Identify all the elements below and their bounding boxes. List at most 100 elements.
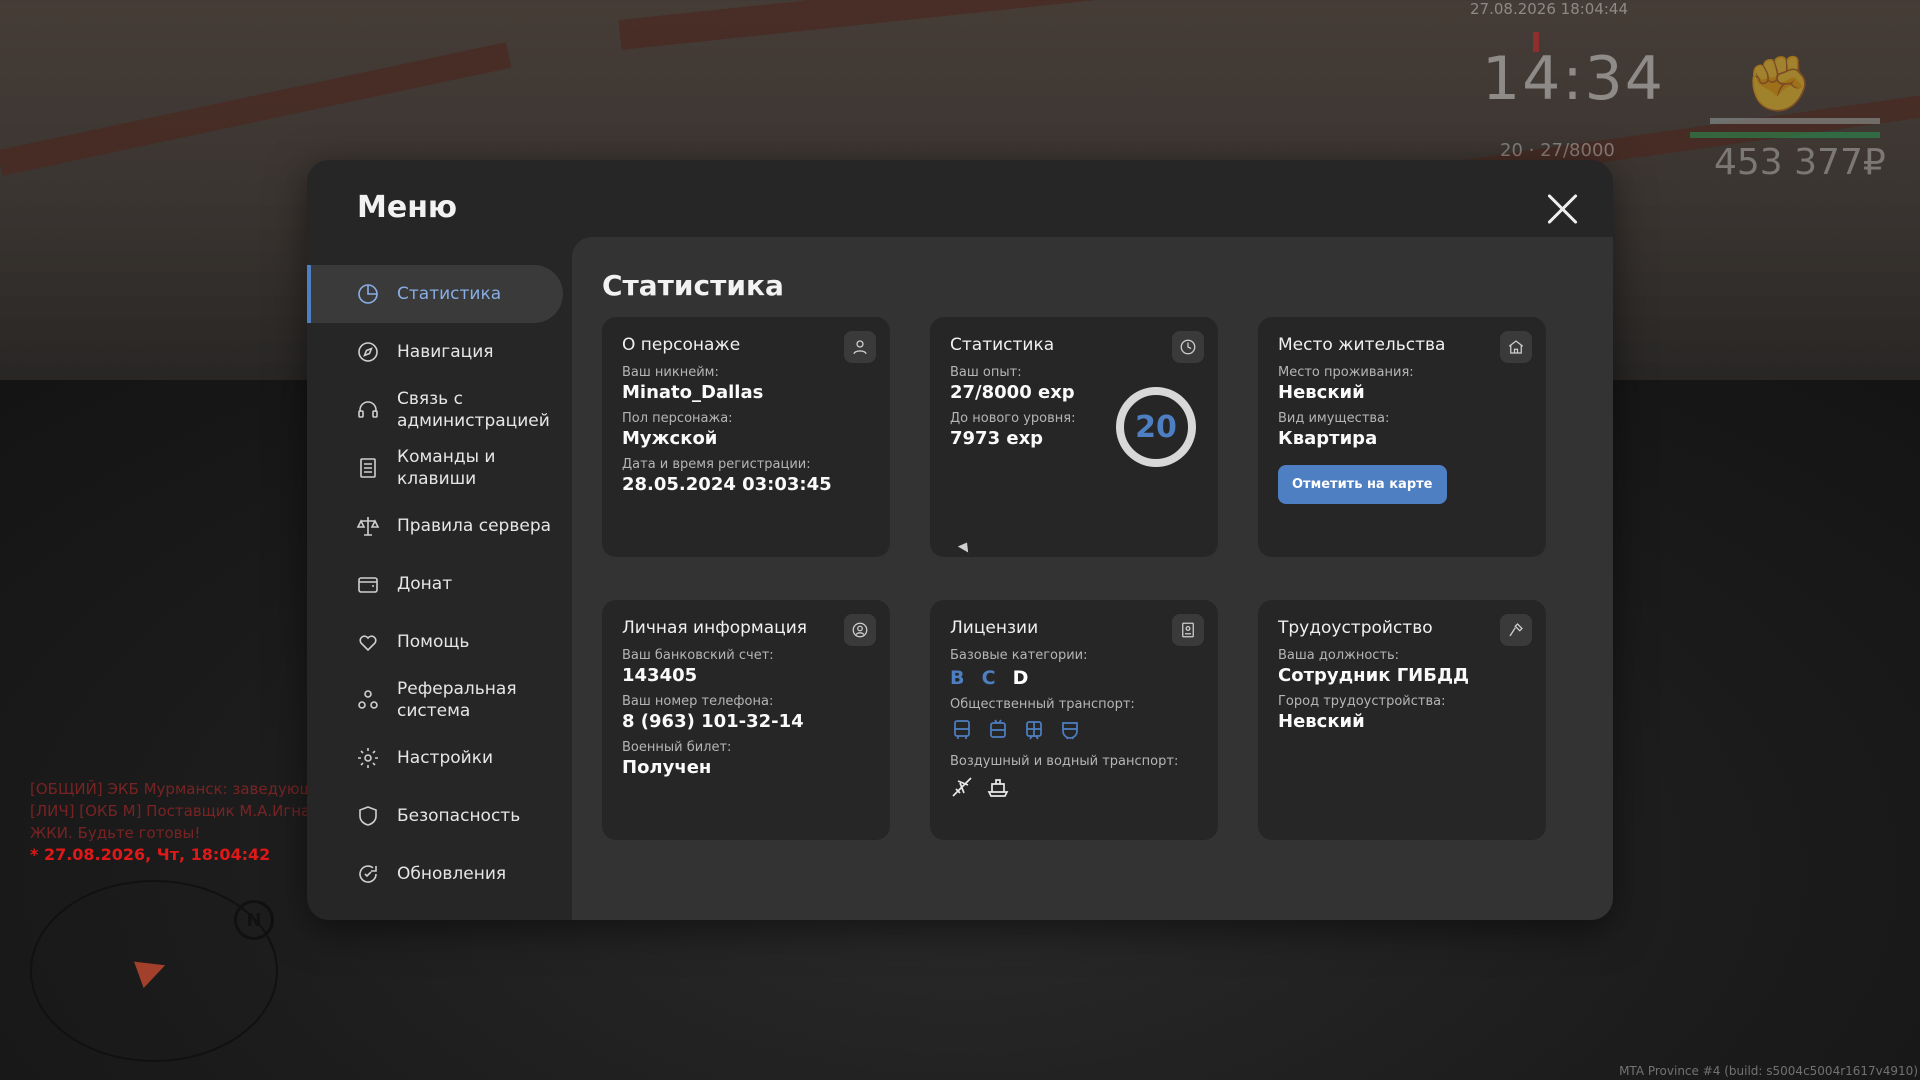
roof-beam [0, 42, 512, 176]
bank-value: 143405 [622, 665, 698, 686]
city-label: Город трудоустройства: [1278, 694, 1446, 709]
card-licenses: Лицензии Базовые категории: B C D Общест… [930, 600, 1218, 840]
sidebar-item-label: Помощь [397, 632, 470, 652]
card-title: Трудоустройство [1278, 618, 1433, 638]
bus-icon [950, 718, 974, 746]
metro-icon [1058, 718, 1082, 746]
mark-on-map-button[interactable]: Отметить на карте [1278, 465, 1447, 504]
sidebar-item-settings[interactable]: Настройки [307, 729, 563, 787]
sidebar-item-rules[interactable]: Правила сервера [307, 497, 563, 555]
base-categories-label: Базовые категории: [950, 648, 1088, 663]
public-transport-label: Общественный транспорт: [950, 697, 1135, 712]
city-value: Невский [1278, 711, 1365, 732]
card-employment: Трудоустройство Ваша должность: Сотрудни… [1258, 600, 1546, 840]
sidebar-item-donate[interactable]: Донат [307, 555, 563, 613]
license-categories: B C D [950, 667, 1198, 689]
card-title: Лицензии [950, 618, 1039, 638]
sidebar-item-statistics[interactable]: Статистика [307, 265, 563, 323]
card-character: О персонаже Ваш никнейм: Minato_Dallas П… [602, 317, 890, 557]
sidebar-item-label: Донат [397, 574, 453, 594]
sidebar-item-navigation[interactable]: Навигация [307, 323, 563, 381]
gear-icon [355, 745, 381, 771]
sidebar-item-label: Команды и клавиши [397, 447, 496, 489]
air-water-transport-icons [950, 775, 1198, 803]
trolleybus-icon [986, 718, 1010, 746]
property-label: Вид имущества: [1278, 411, 1390, 426]
sidebar-item-security[interactable]: Безопасность [307, 787, 563, 845]
air-water-transport-label: Воздушный и водный транспорт: [950, 754, 1179, 769]
menu-title: Меню [357, 190, 458, 225]
sidebar-item-commands[interactable]: Команды и клавиши [307, 439, 563, 497]
build-info: MTA Province #4 (build: s5004c5004r1617v… [1619, 1064, 1918, 1078]
position-value: Сотрудник ГИБДД [1278, 665, 1470, 686]
place-label: Место проживания: [1278, 365, 1414, 380]
sidebar-nav: Статистика Навигация Связь с администрац… [307, 265, 563, 903]
refresh-icon [355, 861, 381, 887]
sidebar-item-label: Реферальная система [397, 679, 517, 721]
ship-icon [986, 775, 1010, 803]
card-title: Место жительства [1278, 335, 1446, 355]
sidebar-item-label: Настройки [397, 748, 494, 768]
hud-clock: 14:34 [1482, 44, 1665, 114]
place-value: Невский [1278, 382, 1365, 403]
sidebar-item-updates[interactable]: Обновления [307, 845, 563, 903]
military-label: Военный билет: [622, 740, 732, 755]
fist-icon: ✊ [1745, 52, 1813, 115]
hammer-icon [1500, 614, 1532, 646]
list-icon [355, 455, 381, 481]
sidebar-item-label: Безопасность [397, 806, 521, 826]
scales-icon [355, 513, 381, 539]
heart-hand-icon [355, 629, 381, 655]
shield-icon [355, 803, 381, 829]
card-title: Статистика [950, 335, 1055, 355]
page-title: Статистика [602, 269, 784, 302]
phone-value: 8 (963) 101-32-14 [622, 711, 804, 732]
level-ring: 20 [1116, 387, 1196, 467]
nick-label: Ваш никнейм: [622, 365, 719, 380]
sidebar-item-help[interactable]: Помощь [307, 613, 563, 671]
user-circle-icon [844, 614, 876, 646]
close-icon[interactable] [1545, 192, 1579, 226]
house-icon [1500, 331, 1532, 363]
compass-icon [355, 339, 381, 365]
card-title: Личная информация [622, 618, 808, 638]
gender-label: Пол персонажа: [622, 411, 733, 426]
reg-value: 28.05.2024 03:03:45 [622, 474, 832, 495]
headset-icon [355, 397, 381, 423]
tram-icon [1022, 718, 1046, 746]
hud-level-exp: 20 · 27/8000 [1500, 140, 1615, 161]
sidebar-item-label: Обновления [397, 864, 507, 884]
pie-chart-icon [1172, 331, 1204, 363]
pie-chart-icon [355, 281, 381, 307]
wallet-icon [355, 571, 381, 597]
id-card-icon [1172, 614, 1204, 646]
card-title: О персонаже [622, 335, 741, 355]
sidebar-item-label: Правила сервера [397, 516, 552, 536]
radar-north-icon: N [234, 900, 274, 940]
bank-label: Ваш банковский счет: [622, 648, 774, 663]
hud-armor-bar [1710, 118, 1880, 124]
license-category: C [981, 667, 996, 689]
gender-value: Мужской [622, 428, 718, 449]
sidebar-item-label: Навигация [397, 342, 494, 362]
card-residence: Место жительства Место проживания: Невск… [1258, 317, 1546, 557]
sidebar-item-label: Статистика [397, 284, 502, 304]
phone-label: Ваш номер телефона: [622, 694, 774, 709]
exp-label: Ваш опыт: [950, 365, 1022, 380]
sidebar-item-referral[interactable]: Реферальная система [307, 671, 563, 729]
content-area: Статистика О персонаже Ваш никнейм: Mina… [572, 237, 1613, 920]
position-label: Ваша должность: [1278, 648, 1400, 663]
users-icon [355, 687, 381, 713]
license-category: D [1012, 667, 1029, 689]
hud-money: 453 377₽ [1714, 142, 1886, 183]
reg-label: Дата и время регистрации: [622, 457, 811, 472]
license-category: B [950, 667, 965, 689]
sidebar-item-admin-contact[interactable]: Связь с администрацией [307, 381, 563, 439]
military-value: Получен [622, 757, 712, 778]
public-transport-icons [950, 718, 1198, 746]
hud-health-bar [1690, 132, 1880, 138]
card-statistics: Статистика Ваш опыт: 27/8000 exp До ново… [930, 317, 1218, 557]
hud-datetime: 27.08.2026 18:04:44 [1470, 0, 1629, 18]
user-icon [844, 331, 876, 363]
roof-beam [618, 0, 1915, 50]
